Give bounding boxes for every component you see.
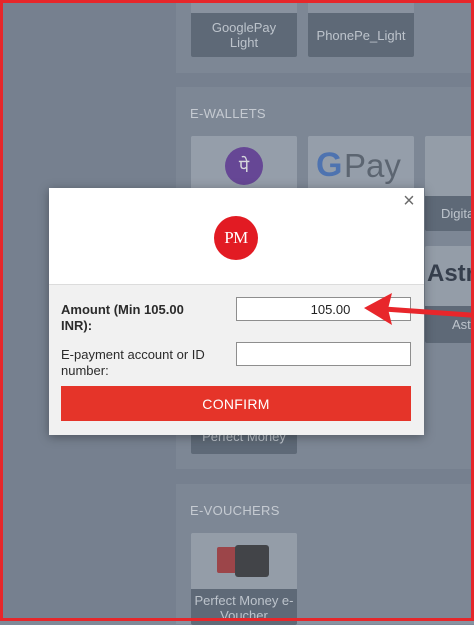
perfect-money-logo: PM	[214, 216, 258, 260]
close-icon[interactable]: ×	[400, 191, 418, 211]
confirm-button[interactable]: CONFIRM	[61, 386, 411, 421]
account-input[interactable]	[236, 342, 411, 366]
annotation-arrow-icon	[364, 293, 473, 325]
modal-header: × PM	[49, 188, 424, 285]
account-label: E-payment account or ID number:	[61, 347, 205, 378]
amount-label: Amount (Min 105.00 INR):	[61, 302, 184, 333]
